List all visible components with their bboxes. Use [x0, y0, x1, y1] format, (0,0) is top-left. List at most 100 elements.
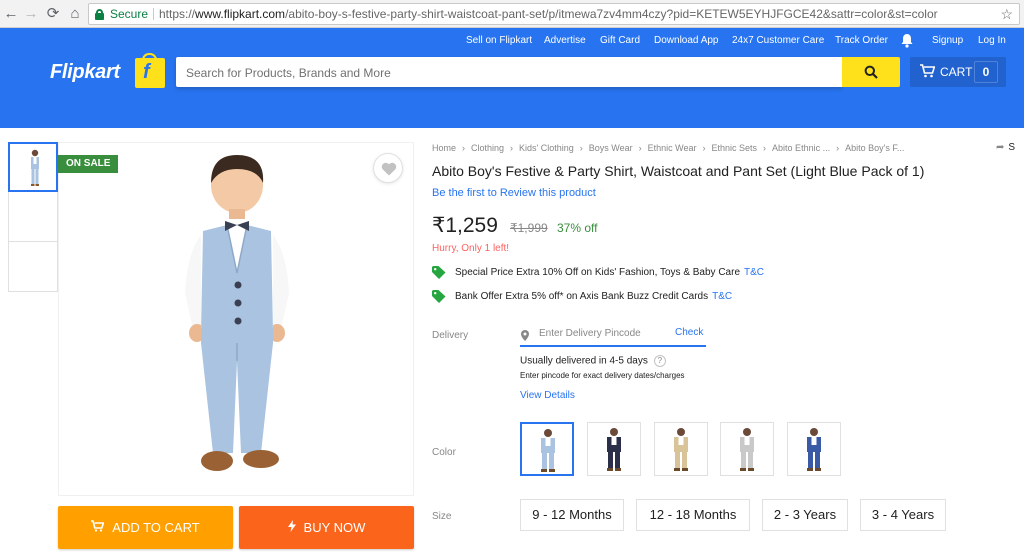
product-thumbnail-image [31, 149, 39, 186]
cart-icon [91, 506, 105, 549]
selling-price: ₹1,259 [432, 214, 498, 237]
thumbnail-1[interactable] [8, 142, 58, 192]
offer-text: Special Price Extra 10% Off on Kids' Fas… [455, 267, 741, 278]
thumbnail-list [8, 142, 58, 292]
link-track-order[interactable]: Track Order [835, 35, 888, 46]
breadcrumb-current[interactable]: Abito Boy's F... [845, 143, 904, 153]
flipkart-bag-logo-icon[interactable]: f [135, 53, 165, 88]
delivery-note: Enter pincode for exact delivery dates/c… [520, 371, 685, 380]
add-to-cart-label: ADD TO CART [112, 520, 200, 535]
color-swatch-4[interactable] [720, 422, 774, 476]
link-login[interactable]: Log In [978, 35, 1006, 46]
discount-percent: 37% off [557, 221, 598, 235]
terms-link[interactable]: T&C [744, 267, 764, 278]
terms-link[interactable]: T&C [712, 291, 732, 302]
original-price: ₹1,999 [510, 221, 548, 235]
link-advertise[interactable]: Advertise [544, 35, 586, 46]
help-icon[interactable]: ? [653, 355, 666, 367]
color-swatch-5[interactable] [787, 422, 841, 476]
bell-icon[interactable] [900, 33, 914, 53]
url-text: https://www.flipkart.com/abito-boy-s-fes… [159, 7, 938, 21]
breadcrumb: Home › Clothing › Kids' Clothing › Boys Wear › E… [432, 143, 904, 153]
check-button[interactable]: Check [675, 327, 703, 338]
link-sell[interactable]: Sell on Flipkart [466, 35, 532, 46]
on-sale-badge: ON SALE [58, 155, 119, 173]
thumbnail-2[interactable] [8, 192, 58, 242]
view-details-link[interactable]: View Details [520, 390, 575, 401]
buy-now-label: BUY NOW [303, 520, 366, 535]
chevron-right-icon: › [638, 143, 642, 153]
buy-now-button[interactable]: BUY NOW [239, 506, 414, 549]
thumbnail-3[interactable] [8, 242, 58, 292]
link-signup[interactable]: Signup [932, 35, 963, 46]
address-divider [153, 8, 154, 20]
chevron-right-icon: › [763, 143, 767, 153]
color-swatch-1[interactable] [520, 422, 574, 476]
breadcrumb-clothing[interactable]: Clothing [471, 143, 504, 153]
color-swatch-2[interactable] [587, 422, 641, 476]
heart-icon [381, 162, 397, 176]
cart-label: CART [940, 65, 973, 79]
browser-toolbar: ← → ⟳ ⌂ Secure https://www.flipkart.com/… [0, 0, 1024, 28]
flipkart-logo[interactable]: Flipkart [50, 61, 120, 84]
size-option-3-4-years[interactable]: 3 - 4 Years [860, 499, 946, 531]
price-tag-icon [432, 290, 446, 306]
share-label: S [1008, 142, 1016, 153]
breadcrumb-ethnic-sets[interactable]: Ethnic Sets [712, 143, 758, 153]
search-button[interactable] [842, 57, 900, 87]
product-title: Abito Boy's Festive & Party Shirt, Waist… [432, 163, 925, 179]
swatch-product-image [604, 428, 624, 471]
wishlist-button[interactable] [373, 153, 403, 183]
share-arrow-icon: ➦ [996, 142, 1005, 153]
home-icon[interactable]: ⌂ [66, 4, 84, 24]
link-customer-care[interactable]: 24x7 Customer Care [732, 35, 824, 46]
color-swatch-3[interactable] [654, 422, 708, 476]
swatch-product-image [737, 428, 757, 471]
color-label: Color [432, 447, 456, 458]
link-download-app[interactable]: Download App [654, 35, 719, 46]
search-input[interactable]: Search for Products, Brands and More [176, 57, 842, 87]
bookmark-star-icon[interactable]: ☆ [1000, 4, 1013, 24]
chevron-right-icon: › [510, 143, 514, 153]
swatch-product-image [804, 428, 824, 471]
add-to-cart-button[interactable]: ADD TO CART [58, 506, 233, 549]
swatch-product-image [538, 429, 558, 472]
stock-warning: Hurry, Only 1 left! [432, 243, 510, 254]
delivery-eta: Usually delivered in 4-5 days? [520, 355, 666, 367]
forward-arrow-icon[interactable]: → [22, 4, 40, 24]
reload-icon[interactable]: ⟳ [44, 4, 62, 24]
boy-in-suit-image [185, 155, 289, 471]
share-button[interactable]: ➦ S [996, 142, 1015, 153]
pincode-input[interactable]: Enter Delivery Pincode [539, 328, 641, 339]
size-option-9-12-months[interactable]: 9 - 12 Months [520, 499, 624, 531]
cart-count: 0 [974, 61, 998, 83]
breadcrumb-home[interactable]: Home [432, 143, 456, 153]
lightning-icon [287, 506, 296, 549]
chevron-right-icon: › [579, 143, 583, 153]
address-bar[interactable]: Secure https://www.flipkart.com/abito-bo… [88, 3, 1020, 25]
product-image[interactable] [58, 142, 414, 496]
pincode-field[interactable]: Enter Delivery Pincode Check [520, 325, 706, 347]
size-option-2-3-years[interactable]: 2 - 3 Years [762, 499, 848, 531]
price-tag-icon [432, 266, 446, 282]
chevron-right-icon: › [462, 143, 466, 153]
swatch-product-image [671, 428, 691, 471]
delivery-label: Delivery [432, 330, 469, 341]
breadcrumb-boys-wear[interactable]: Boys Wear [589, 143, 633, 153]
chevron-right-icon: › [702, 143, 706, 153]
link-gift-card[interactable]: Gift Card [600, 35, 640, 46]
location-pin-icon [521, 328, 529, 346]
offer-text: Bank Offer Extra 5% off* on Axis Bank Bu… [455, 291, 709, 302]
breadcrumb-ethnic-wear[interactable]: Ethnic Wear [648, 143, 697, 153]
breadcrumb-abito-ethnic[interactable]: Abito Ethnic ... [772, 143, 830, 153]
cart-button[interactable]: CART 0 [910, 57, 1006, 87]
top-links: Sell on Flipkart Advertise Gift Card Dow… [0, 34, 1024, 49]
review-link[interactable]: Be the first to Review this product [432, 187, 596, 199]
size-option-12-18-months[interactable]: 12 - 18 Months [636, 499, 750, 531]
breadcrumb-kids-clothing[interactable]: Kids' Clothing [519, 143, 574, 153]
cart-icon [920, 64, 936, 81]
back-arrow-icon[interactable]: ← [2, 4, 20, 24]
chevron-right-icon: › [836, 143, 840, 153]
secure-label: Secure [110, 7, 149, 21]
size-label: Size [432, 511, 452, 522]
